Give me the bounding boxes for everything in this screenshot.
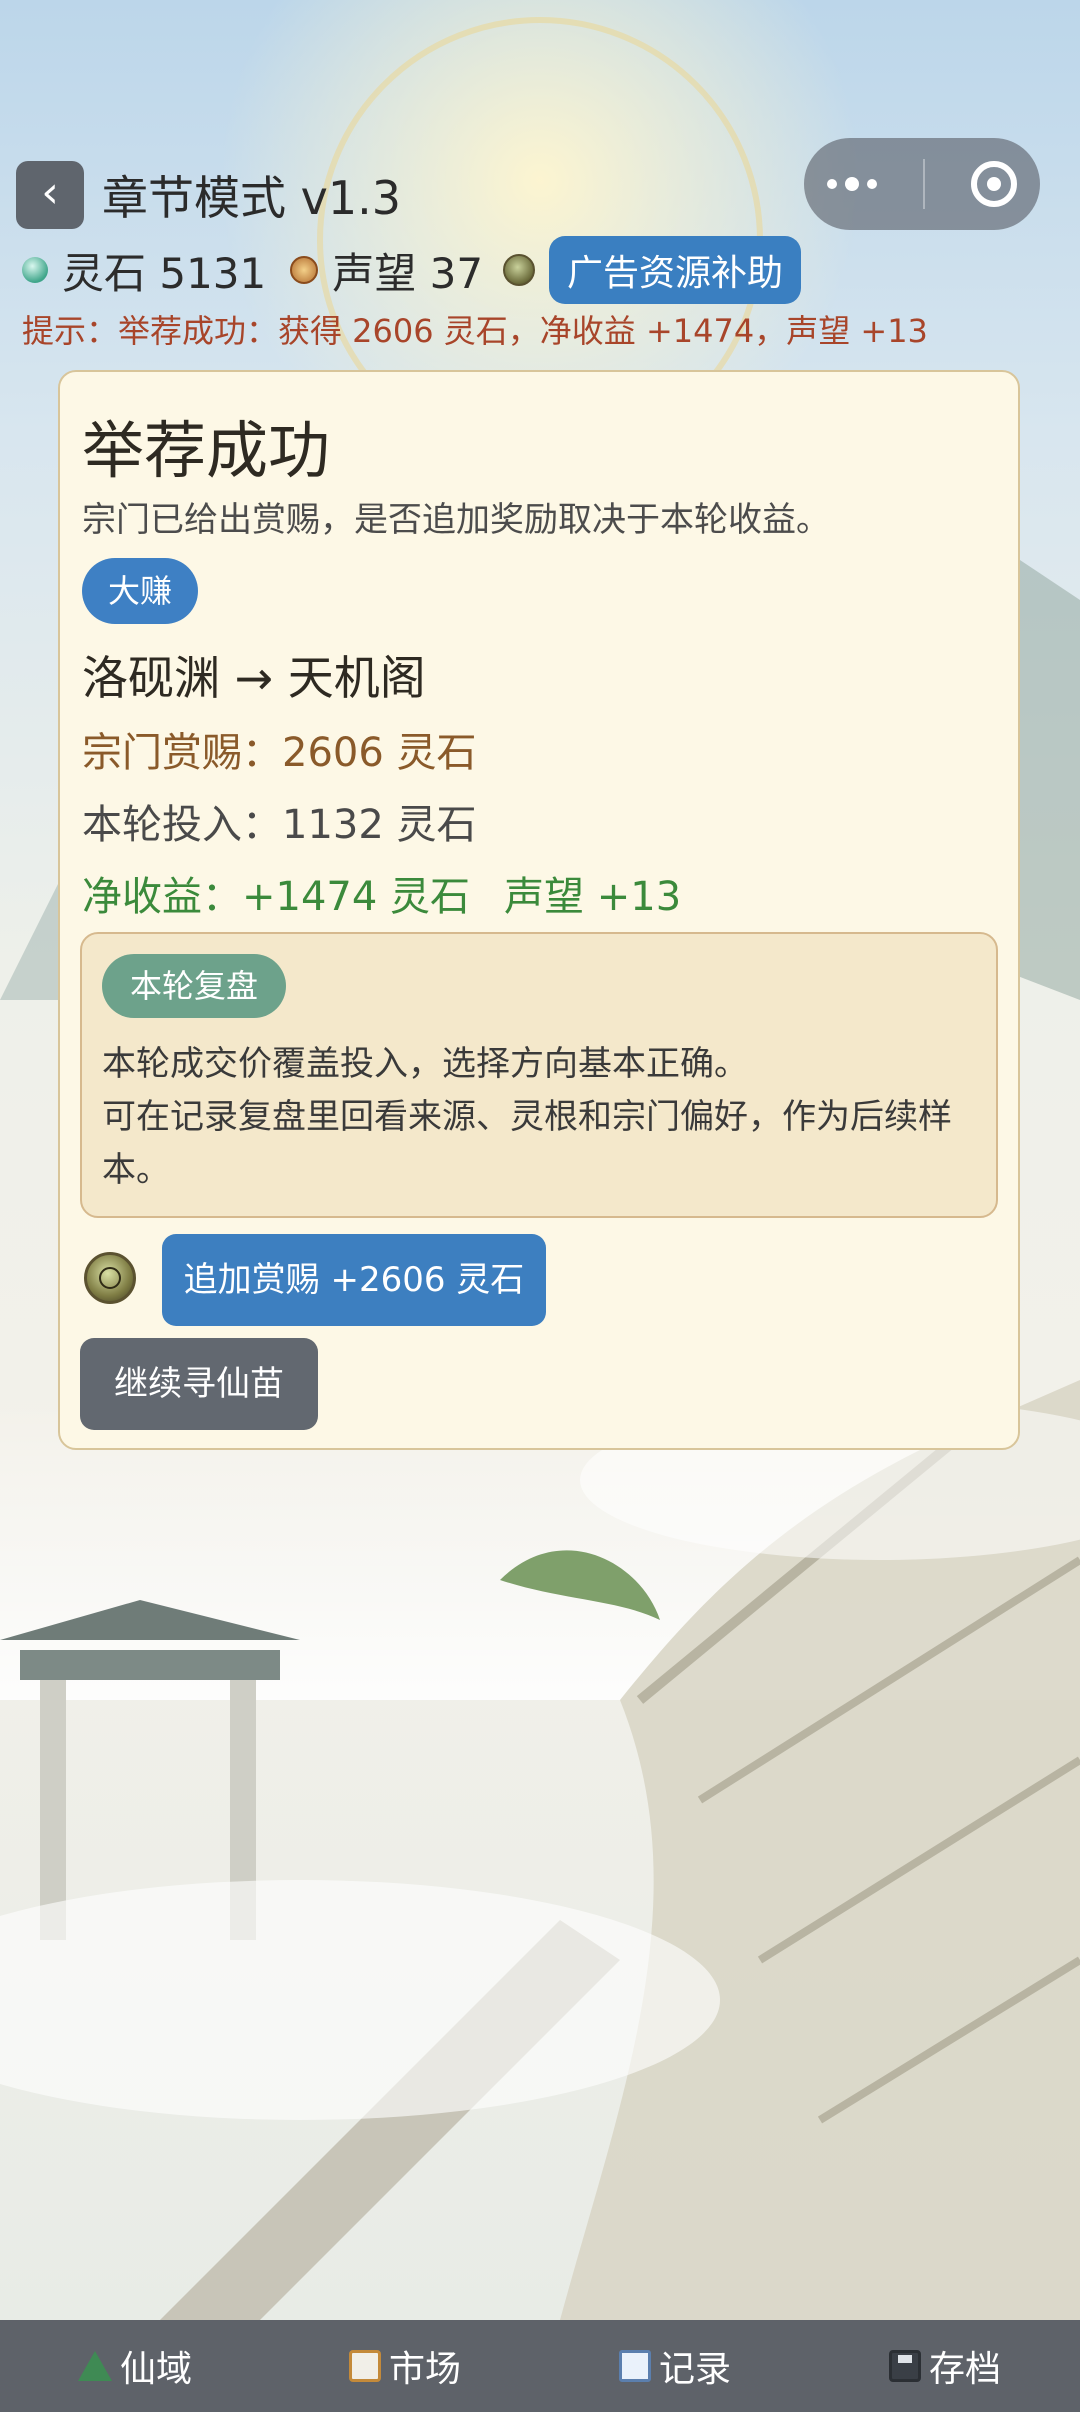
round-review-panel: 本轮复盘 本轮成交价覆盖投入，选择方向基本正确。 可在记录复盘里回看来源、灵根和…	[80, 932, 998, 1218]
nav-label: 记录	[658, 2349, 731, 2390]
review-text: 本轮成交价覆盖投入，选择方向基本正确。 可在记录复盘里回看来源、灵根和宗门偏好，…	[102, 1038, 982, 1197]
more-icon[interactable]	[827, 177, 877, 191]
nav-item-xianyu[interactable]: 仙域	[0, 2340, 270, 2392]
nav-label: 仙域	[119, 2349, 192, 2390]
reputation-count: 声望 37	[332, 248, 484, 298]
nav-item-market[interactable]: 市场	[270, 2340, 540, 2392]
hint-text: 提示：举荐成功：获得 2606 灵石，净收益 +1474，声望 +13	[22, 312, 928, 350]
ad-coin-icon	[503, 254, 536, 286]
close-target-icon[interactable]	[971, 161, 1017, 207]
net-profit: 净收益：+1474 灵石	[82, 874, 471, 920]
nav-item-save[interactable]: 存档	[810, 2340, 1080, 2392]
ad-coin-icon	[84, 1252, 136, 1304]
nav-label: 市场	[388, 2349, 461, 2390]
sect-reward: 宗门赏赐：2606 灵石	[82, 730, 477, 776]
capsule-divider	[923, 159, 925, 209]
review-line-2: 可在记录复盘里回看来源、灵根和宗门偏好，作为后续样本。	[102, 1097, 952, 1190]
spirit-stone-count: 灵石 5131	[62, 248, 267, 298]
clipboard-icon	[348, 2350, 381, 2382]
reputation-medal-icon	[290, 256, 319, 284]
mountain-icon	[77, 2351, 112, 2381]
net-profit-row: 净收益：+1474 灵石 声望 +13	[82, 864, 681, 922]
nav-label: 存档	[928, 2349, 1001, 2390]
back-button[interactable]: ‹	[16, 161, 84, 229]
resource-bar: 灵石 5131 声望 37 广告资源补助	[22, 236, 802, 304]
reputation-gain: 声望 +13	[504, 874, 682, 920]
route-text: 洛砚渊 → 天机阁	[82, 651, 426, 705]
continue-button[interactable]: 继续寻仙苗	[80, 1338, 318, 1430]
floppy-disk-icon	[888, 2350, 921, 2382]
round-investment: 本轮投入：1132 灵石	[82, 802, 477, 848]
card-description: 宗门已给出赏赐，是否追加奖励取决于本轮收益。	[82, 500, 830, 540]
page-title: 章节模式 v1.3	[102, 171, 401, 225]
bonus-reward-button[interactable]: 追加赏赐 +2606 灵石	[162, 1234, 546, 1326]
review-line-1: 本轮成交价覆盖投入，选择方向基本正确。	[102, 1044, 748, 1084]
spirit-stone-icon	[22, 257, 48, 283]
ad-resource-button[interactable]: 广告资源补助	[549, 236, 802, 304]
review-badge: 本轮复盘	[102, 954, 287, 1018]
bottom-nav: 仙域 市场 记录 存档	[0, 2320, 1080, 2412]
book-icon	[618, 2350, 651, 2382]
result-badge: 大赚	[82, 558, 199, 624]
result-card: 举荐成功 宗门已给出赏赐，是否追加奖励取决于本轮收益。 大赚 洛砚渊 → 天机阁…	[58, 370, 1020, 1450]
nav-item-records[interactable]: 记录	[540, 2340, 810, 2392]
card-title: 举荐成功	[82, 414, 331, 487]
mini-program-capsule	[804, 138, 1040, 230]
